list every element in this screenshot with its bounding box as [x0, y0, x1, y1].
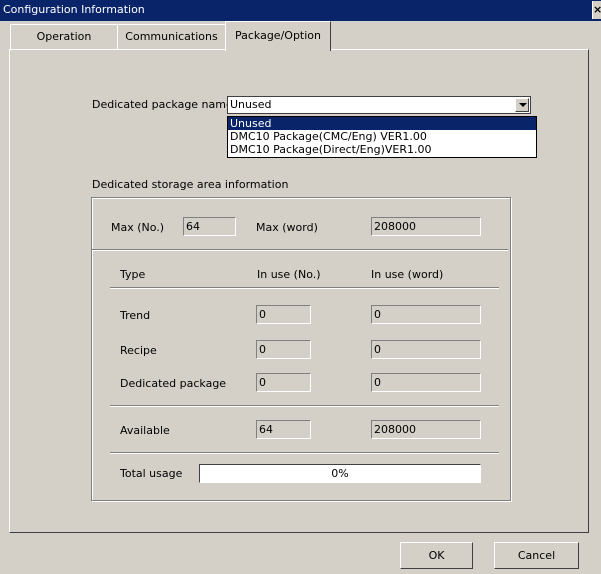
max-word-label: Max (word)	[256, 221, 318, 234]
max-no-field: 64	[183, 217, 236, 236]
max-word-field: 208000	[371, 217, 481, 236]
package-name-combobox[interactable]: Unused	[227, 96, 531, 114]
title-bar: Configuration Information ×	[0, 0, 601, 21]
col-header-in-use-no: In use (No.)	[257, 268, 321, 281]
row-trend-label: Trend	[120, 309, 151, 322]
package-name-value: Unused	[230, 98, 272, 111]
max-no-label: Max (No.)	[111, 221, 165, 234]
col-header-in-use-word: In use (word)	[371, 268, 444, 281]
row-dedicated-package-label: Dedicated package	[120, 377, 227, 390]
dedicated-no-field: 0	[256, 373, 311, 392]
dropdown-option[interactable]: DMC10 Package(CMC/Eng) VER1.00	[228, 130, 536, 143]
chevron-down-icon	[519, 103, 527, 107]
row-recipe-label: Recipe	[120, 344, 157, 357]
tab-operation[interactable]: Operation	[10, 24, 118, 49]
window-title: Configuration Information	[3, 3, 145, 16]
trend-word-field: 0	[371, 305, 481, 324]
available-label: Available	[120, 424, 170, 437]
available-word-field: 208000	[371, 420, 481, 439]
dropdown-button[interactable]	[515, 98, 529, 112]
separator	[110, 287, 499, 289]
tab-package-option[interactable]: Package/Option	[225, 21, 331, 51]
separator	[110, 452, 499, 454]
separator	[110, 405, 499, 407]
separator	[92, 249, 508, 251]
dropdown-option[interactable]: DMC10 Package(Direct/Eng)VER1.00	[228, 143, 536, 156]
close-icon[interactable]: ×	[592, 1, 601, 19]
recipe-word-field: 0	[371, 340, 481, 359]
available-no-field: 64	[256, 420, 311, 439]
total-usage-label: Total usage	[120, 467, 183, 480]
dropdown-option[interactable]: Unused	[228, 117, 536, 130]
package-dropdown-list: Unused DMC10 Package(CMC/Eng) VER1.00 DM…	[227, 116, 537, 158]
col-header-type: Type	[120, 268, 146, 281]
recipe-no-field: 0	[256, 340, 311, 359]
total-usage-bar: 0%	[199, 464, 481, 483]
storage-info-title: Dedicated storage area information	[92, 178, 289, 191]
trend-no-field: 0	[256, 305, 311, 324]
dedicated-word-field: 0	[371, 373, 481, 392]
ok-button[interactable]: OK	[400, 542, 473, 569]
package-name-label: Dedicated package name	[92, 98, 233, 111]
total-usage-value: 0%	[331, 467, 349, 480]
tab-communications[interactable]: Communications	[117, 24, 226, 49]
cancel-button[interactable]: Cancel	[494, 542, 579, 569]
